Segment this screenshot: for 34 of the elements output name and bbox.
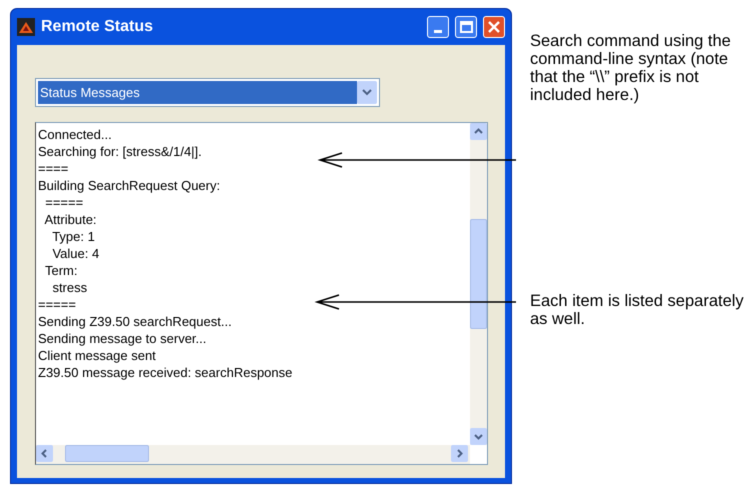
scroll-thumb[interactable] bbox=[470, 219, 487, 329]
status-dropdown[interactable]: Status Messages bbox=[35, 78, 380, 107]
window-title: Remote Status bbox=[41, 17, 154, 37]
log-line: Value: 4 bbox=[51, 245, 100, 262]
log-line: Attribute: bbox=[44, 211, 98, 228]
log-line: Searching for: [stress&/1/4|]. bbox=[38, 143, 203, 160]
vertical-scrollbar[interactable] bbox=[470, 123, 487, 445]
log-line: Sending message to server... bbox=[38, 330, 208, 347]
log-line: Building SearchRequest Query: bbox=[38, 177, 222, 194]
maximize-icon bbox=[460, 21, 472, 33]
log-line: ===== bbox=[38, 296, 77, 313]
log-line: Term: bbox=[44, 262, 78, 279]
maximize-button[interactable] bbox=[455, 16, 477, 38]
log-line: Type: 1 bbox=[51, 228, 96, 245]
annotation-text: Each item is listed separately as well. bbox=[530, 292, 744, 328]
log-line: ==== bbox=[38, 160, 70, 177]
log-line: Sending Z39.50 searchRequest... bbox=[38, 313, 233, 330]
scroll-thumb[interactable] bbox=[65, 445, 149, 462]
close-button[interactable] bbox=[483, 16, 505, 38]
log-line: ===== bbox=[44, 194, 84, 211]
log-line: Client message sent bbox=[38, 347, 157, 364]
log-line: Z39.50 message received: searchResponse bbox=[38, 364, 292, 381]
minimize-button[interactable] bbox=[427, 16, 449, 38]
scroll-right-button[interactable] bbox=[451, 445, 468, 462]
horizontal-scrollbar[interactable] bbox=[36, 445, 470, 464]
annotation-text: Search command using the command-line syntax (note that the “\\” prefix is not included here.) bbox=[530, 32, 732, 104]
close-icon bbox=[488, 21, 500, 33]
scroll-left-button[interactable] bbox=[36, 445, 53, 462]
scroll-down-button[interactable] bbox=[470, 428, 487, 445]
minimize-icon bbox=[434, 30, 442, 33]
app-icon bbox=[17, 18, 35, 36]
log-line: Connected... bbox=[38, 126, 113, 143]
log-line: stress bbox=[51, 279, 88, 296]
scroll-up-button[interactable] bbox=[470, 123, 487, 140]
